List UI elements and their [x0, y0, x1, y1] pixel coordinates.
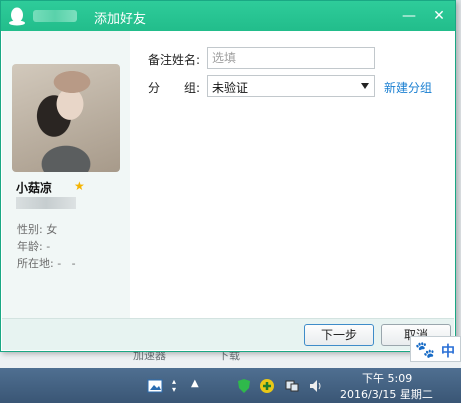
gender-row: 性别: 女: [17, 221, 57, 237]
age-label: 年龄:: [17, 240, 43, 253]
plus-badge-icon[interactable]: [259, 378, 275, 394]
qq-penguin-icon: [9, 7, 25, 26]
clock-time[interactable]: 下午 5:09: [362, 370, 412, 386]
title-bar[interactable]: 添加好友 — ✕: [1, 1, 455, 31]
dropdown-arrow-icon: [361, 83, 369, 89]
security-shield-icon[interactable]: [236, 378, 252, 394]
baidu-paw-icon: 🐾: [415, 340, 435, 359]
next-step-button[interactable]: 下一步: [304, 324, 374, 346]
blurred-account-id: [16, 197, 76, 209]
avatar: [12, 64, 120, 172]
location-label: 所在地:: [17, 257, 54, 270]
remark-name-input[interactable]: [207, 47, 375, 69]
tray-expand-icon[interactable]: ▴ ▾: [172, 378, 188, 394]
profile-panel: 小菇凉 ★ 性别: 女 年龄: - 所在地: - -: [2, 31, 130, 321]
group-select-value: 未验证: [212, 81, 249, 95]
group-label-second: 组:: [184, 81, 201, 95]
blurred-account-name: [33, 10, 77, 22]
age-row: 年龄: -: [17, 238, 50, 254]
remark-name-label: 备注姓名:: [148, 53, 201, 67]
ime-indicator[interactable]: 🐾 中: [410, 336, 461, 362]
dialog-footer: 下一步 取消: [2, 318, 454, 350]
group-label-first: 分: [148, 81, 161, 95]
location-row: 所在地: - -: [17, 255, 76, 271]
new-group-link[interactable]: 新建分组: [384, 79, 432, 96]
group-select[interactable]: 未验证: [207, 75, 375, 97]
ime-mode: 中: [441, 344, 455, 360]
tray-image-icon[interactable]: [147, 378, 163, 394]
star-icon: ★: [74, 179, 85, 193]
location-value: - -: [57, 257, 76, 270]
age-value: -: [46, 240, 51, 253]
close-button[interactable]: ✕: [429, 6, 449, 26]
minimize-button[interactable]: —: [399, 6, 419, 26]
network-icon[interactable]: [284, 378, 300, 394]
show-hidden-icons-icon[interactable]: ▲: [191, 378, 207, 394]
gender-value: 女: [46, 223, 58, 236]
add-friend-dialog: 添加好友 — ✕ 小菇凉 ★ 性别: 女 年龄: - 所在地: - - 备注姓名…: [0, 0, 456, 352]
taskbar: ▴ ▾ ▲ 下午 5:09 2016/3/15 星期二: [0, 368, 461, 403]
nickname: 小菇凉: [16, 181, 53, 195]
window-title: 添加好友: [94, 12, 147, 27]
volume-icon[interactable]: [308, 378, 324, 394]
clock-date[interactable]: 2016/3/15 星期二: [340, 386, 433, 402]
gender-label: 性别:: [17, 223, 43, 236]
